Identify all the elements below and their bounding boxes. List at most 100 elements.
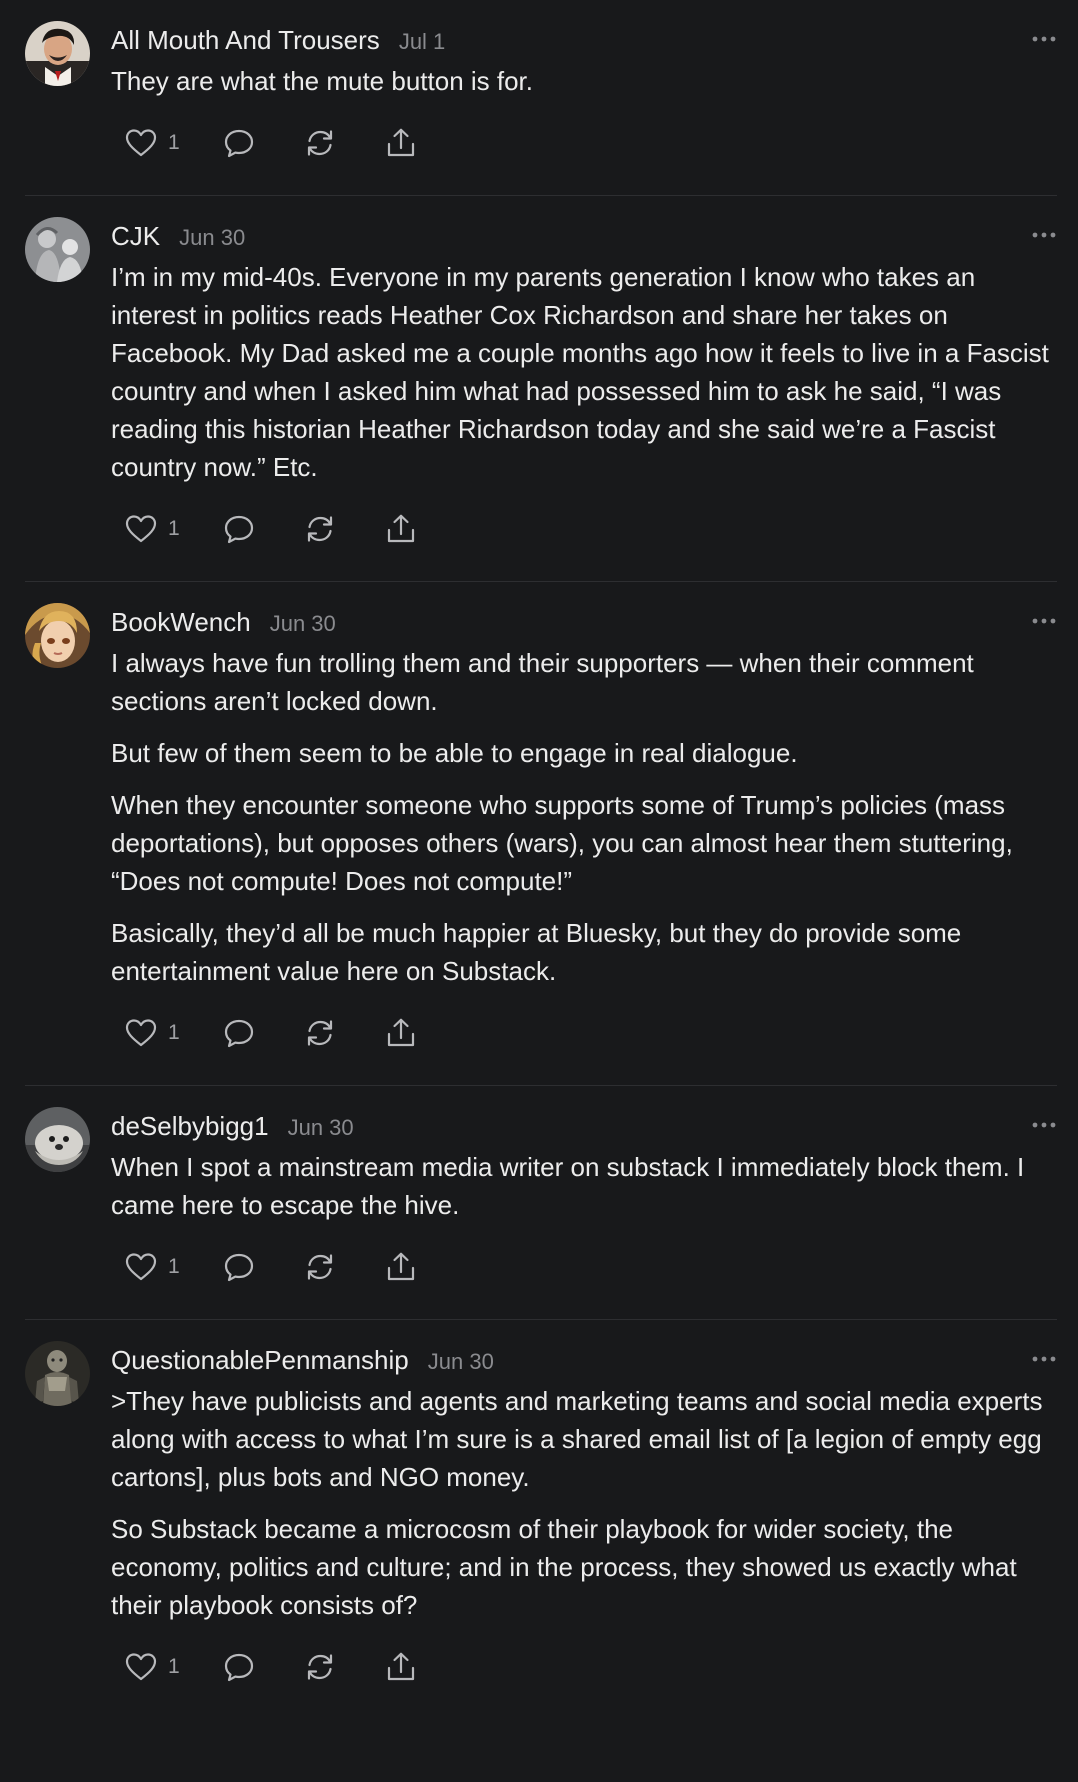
like-button[interactable]: 1 (124, 126, 222, 160)
restack-arrows-icon (303, 512, 337, 546)
comment: deSelbybigg1 Jun 30 When I spot a mainst… (25, 1086, 1057, 1320)
comment-feed: All Mouth And Trousers Jul 1 They are wh… (0, 0, 1078, 1687)
speech-bubble-icon (222, 1650, 256, 1684)
like-count: 1 (168, 131, 180, 154)
comment-text: When I spot a mainstream media writer on… (111, 1148, 1057, 1224)
comment-header: QuestionablePenmanship Jun 30 (111, 1341, 1057, 1379)
author-name[interactable]: BookWench (111, 603, 251, 641)
speech-bubble-icon (222, 126, 256, 160)
ellipsis-icon (1031, 1122, 1057, 1139)
restack-button[interactable] (303, 1016, 384, 1050)
like-count: 1 (168, 1021, 180, 1044)
comment-text: They are what the mute button is for. (111, 62, 1057, 100)
comment-date[interactable]: Jun 30 (288, 1109, 354, 1147)
comment-paragraph: I always have fun trolling them and thei… (111, 648, 974, 716)
comment-actions: 1 (124, 123, 1057, 163)
heart-icon (124, 512, 158, 546)
restack-button[interactable] (303, 126, 384, 160)
more-options-button[interactable] (1031, 1349, 1057, 1369)
restack-arrows-icon (303, 1016, 337, 1050)
share-button[interactable] (384, 1016, 418, 1050)
comment-paragraph: I’m in my mid-40s. Everyone in my parent… (111, 262, 1049, 482)
heart-icon (124, 1016, 158, 1050)
reply-button[interactable] (222, 126, 303, 160)
avatar[interactable] (25, 1107, 90, 1172)
like-button[interactable]: 1 (124, 1650, 222, 1684)
comment-paragraph: Basically, they’d all be much happier at… (111, 918, 962, 986)
comment: BookWench Jun 30 I always have fun troll… (25, 582, 1057, 1086)
reply-button[interactable] (222, 512, 303, 546)
reply-button[interactable] (222, 1650, 303, 1684)
comment-header: All Mouth And Trousers Jul 1 (111, 21, 1057, 59)
share-button[interactable] (384, 1650, 418, 1684)
restack-arrows-icon (303, 1250, 337, 1284)
speech-bubble-icon (222, 512, 256, 546)
author-name[interactable]: QuestionablePenmanship (111, 1341, 409, 1379)
comment-header: BookWench Jun 30 (111, 603, 1057, 641)
heart-icon (124, 1250, 158, 1284)
ellipsis-icon (1031, 232, 1057, 249)
author-name[interactable]: CJK (111, 217, 160, 255)
comment-date[interactable]: Jun 30 (428, 1343, 494, 1381)
comment-paragraph: But few of them seem to be able to engag… (111, 738, 798, 768)
author-name[interactable]: deSelbybigg1 (111, 1107, 269, 1145)
like-button[interactable]: 1 (124, 512, 222, 546)
more-options-button[interactable] (1031, 225, 1057, 245)
like-button[interactable]: 1 (124, 1250, 222, 1284)
comment-actions: 1 (124, 1013, 1057, 1053)
share-button[interactable] (384, 1250, 418, 1284)
comment: All Mouth And Trousers Jul 1 They are wh… (25, 0, 1057, 196)
comment-date[interactable]: Jul 1 (399, 23, 445, 61)
comment-body: deSelbybigg1 Jun 30 When I spot a mainst… (111, 1086, 1057, 1287)
restack-arrows-icon (303, 1650, 337, 1684)
comment-paragraph: When they encounter someone who supports… (111, 790, 1013, 896)
more-options-button[interactable] (1031, 1115, 1057, 1135)
share-icon (384, 1650, 418, 1684)
comment-body: CJK Jun 30 I’m in my mid-40s. Everyone i… (111, 196, 1057, 549)
share-button[interactable] (384, 126, 418, 160)
restack-button[interactable] (303, 512, 384, 546)
reply-button[interactable] (222, 1016, 303, 1050)
comment-date[interactable]: Jun 30 (179, 219, 245, 257)
share-icon (384, 1250, 418, 1284)
comment-paragraph: When I spot a mainstream media writer on… (111, 1152, 1025, 1220)
like-button[interactable]: 1 (124, 1016, 222, 1050)
share-icon (384, 1016, 418, 1050)
comment-text: >They have publicists and agents and mar… (111, 1382, 1057, 1624)
ellipsis-icon (1031, 36, 1057, 53)
comment-body: BookWench Jun 30 I always have fun troll… (111, 582, 1057, 1053)
speech-bubble-icon (222, 1250, 256, 1284)
comment-body: QuestionablePenmanship Jun 30 >They have… (111, 1320, 1057, 1687)
comment-paragraph: So Substack became a microcosm of their … (111, 1514, 1017, 1620)
comment-body: All Mouth And Trousers Jul 1 They are wh… (111, 0, 1057, 163)
comment-actions: 1 (124, 1247, 1057, 1287)
comment-actions: 1 (124, 1647, 1057, 1687)
share-icon (384, 512, 418, 546)
more-options-button[interactable] (1031, 611, 1057, 631)
ellipsis-icon (1031, 618, 1057, 635)
comment-text: I always have fun trolling them and thei… (111, 644, 1057, 990)
share-button[interactable] (384, 512, 418, 546)
author-name[interactable]: All Mouth And Trousers (111, 21, 380, 59)
like-count: 1 (168, 517, 180, 540)
heart-icon (124, 126, 158, 160)
like-count: 1 (168, 1255, 180, 1278)
reply-button[interactable] (222, 1250, 303, 1284)
ellipsis-icon (1031, 1356, 1057, 1373)
avatar[interactable] (25, 21, 90, 86)
comment-date[interactable]: Jun 30 (270, 605, 336, 643)
comment-header: deSelbybigg1 Jun 30 (111, 1107, 1057, 1145)
comment-header: CJK Jun 30 (111, 217, 1057, 255)
share-icon (384, 126, 418, 160)
more-options-button[interactable] (1031, 29, 1057, 49)
comment-actions: 1 (124, 509, 1057, 549)
heart-icon (124, 1650, 158, 1684)
comment: QuestionablePenmanship Jun 30 >They have… (25, 1320, 1057, 1687)
comment-text: I’m in my mid-40s. Everyone in my parent… (111, 258, 1057, 486)
avatar[interactable] (25, 217, 90, 282)
avatar[interactable] (25, 1341, 90, 1406)
restack-button[interactable] (303, 1250, 384, 1284)
avatar[interactable] (25, 603, 90, 668)
restack-button[interactable] (303, 1650, 384, 1684)
comment: CJK Jun 30 I’m in my mid-40s. Everyone i… (25, 196, 1057, 582)
